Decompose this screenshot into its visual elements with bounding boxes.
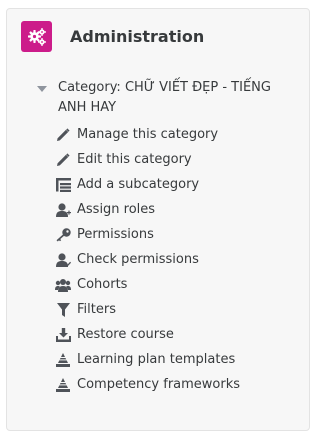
triangle-stack-icon <box>55 377 71 393</box>
caret-down-icon[interactable] <box>37 86 47 92</box>
pencil-icon <box>55 152 71 168</box>
user-plus-icon <box>55 202 71 218</box>
item-label: Add a subcategory <box>77 177 200 192</box>
administration-block: Administration Category: CHỮ VIẾT ĐẸP - … <box>6 8 310 431</box>
item-label: Restore course <box>77 327 174 342</box>
users-icon <box>55 277 71 293</box>
administration-badge <box>21 21 52 52</box>
competency-frameworks-link[interactable]: Competency frameworks <box>7 372 309 397</box>
category-label: Category: CHỮ VIẾT ĐẸP - TIẾNG ANH HAY <box>58 80 271 115</box>
restore-course-link[interactable]: Restore course <box>7 322 309 347</box>
category-items: Manage this category Edit this category <box>7 122 309 397</box>
add-subcategory-link[interactable]: Add a subcategory <box>7 172 309 197</box>
upload-icon <box>55 327 71 343</box>
triangle-stack-icon <box>55 352 71 368</box>
pencil-icon <box>55 127 71 143</box>
user-check-icon <box>55 252 71 268</box>
key-icon <box>55 227 71 243</box>
filter-icon <box>55 302 71 318</box>
learning-plan-templates-link[interactable]: Learning plan templates <box>7 347 309 372</box>
item-label: Filters <box>77 302 116 317</box>
cohorts-link[interactable]: Cohorts <box>7 272 309 297</box>
category-node[interactable]: Category: CHỮ VIẾT ĐẸP - TIẾNG ANH HAY <box>7 78 309 118</box>
edit-category-link[interactable]: Edit this category <box>7 147 309 172</box>
item-label: Check permissions <box>77 252 199 267</box>
item-label: Edit this category <box>77 152 192 167</box>
block-title: Administration <box>70 27 205 46</box>
sitemap-icon <box>55 177 71 193</box>
assign-roles-link[interactable]: Assign roles <box>7 197 309 222</box>
admin-tree: Category: CHỮ VIẾT ĐẸP - TIẾNG ANH HAY M… <box>7 78 309 397</box>
check-permissions-link[interactable]: Check permissions <box>7 247 309 272</box>
item-label: Assign roles <box>77 202 156 217</box>
permissions-link[interactable]: Permissions <box>7 222 309 247</box>
item-label: Manage this category <box>77 127 219 142</box>
block-header: Administration <box>21 21 204 52</box>
item-label: Competency frameworks <box>77 377 241 392</box>
cogs-icon <box>27 27 46 46</box>
item-label: Permissions <box>77 227 154 242</box>
item-label: Learning plan templates <box>77 352 236 367</box>
manage-category-link[interactable]: Manage this category <box>7 122 309 147</box>
item-label: Cohorts <box>77 277 128 292</box>
filters-link[interactable]: Filters <box>7 297 309 322</box>
